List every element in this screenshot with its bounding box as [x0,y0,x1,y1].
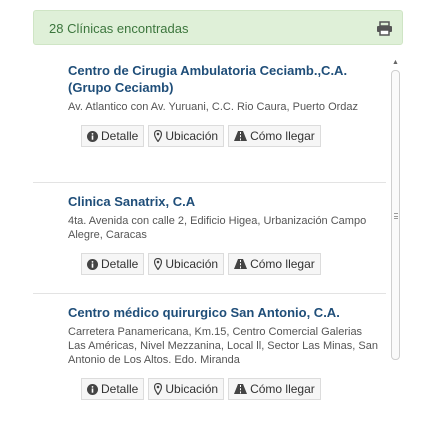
detail-label: Detalle [101,257,139,271]
results-count-bar: 28 Clínicas encontradas [33,10,403,45]
info-circle-icon [87,383,98,395]
clinic-actions: Detalle Ubicación Cómo llegar [81,378,386,400]
info-circle-icon [87,130,98,142]
directions-label: Cómo llegar [250,129,315,143]
road-icon [234,384,248,394]
detail-button[interactable]: Detalle [81,253,145,275]
clinic-name[interactable]: Clinica Sanatrix, C.A [33,193,378,210]
scroll-track[interactable] [391,70,400,439]
clinic-name[interactable]: Centro médico quirurgico San Antonio, C.… [33,304,378,321]
clinic-address: 4ta. Avenida con calle 2, Edificio Higea… [68,215,367,241]
clinic-address: Av. Atlantico con Av. Yuruani, C.C. Rio … [68,101,359,113]
road-icon [234,259,248,269]
clinic-item: Clinica Sanatrix, C.A 4ta. Avenida con c… [33,183,386,294]
clinic-name[interactable]: Centro de Cirugia Ambulatoria Ceciamb.,C… [33,62,378,96]
location-button[interactable]: Ubicación [148,253,225,275]
scroll-thumb[interactable] [391,70,400,360]
location-label: Ubicación [165,129,219,143]
detail-label: Detalle [101,129,139,143]
directions-label: Cómo llegar [250,257,315,271]
map-marker-icon [154,258,163,270]
scroll-grip-icon [394,213,398,219]
detail-label: Detalle [101,382,139,396]
detail-button[interactable]: Detalle [81,378,145,400]
info-circle-icon [87,258,98,270]
clinic-address: Carretera Panamericana, Km.15, Centro Co… [68,326,378,366]
location-button[interactable]: Ubicación [148,125,225,147]
map-marker-icon [154,130,163,142]
results-count-text: 28 Clínicas encontradas [49,21,189,36]
location-button[interactable]: Ubicación [148,378,225,400]
clinic-actions: Detalle Ubicación Cómo llegar [81,125,386,147]
clinic-item: Centro médico quirurgico San Antonio, C.… [33,294,386,439]
directions-button[interactable]: Cómo llegar [228,378,321,400]
location-label: Ubicación [165,382,219,396]
clinic-actions: Detalle Ubicación Cómo llegar [81,253,386,275]
list-scrollbar[interactable]: ▲ [388,54,403,439]
directions-button[interactable]: Cómo llegar [228,125,321,147]
clinic-list: Centro de Cirugia Ambulatoria Ceciamb.,C… [33,54,403,439]
print-icon[interactable] [374,18,394,38]
location-label: Ubicación [165,257,219,271]
directions-button[interactable]: Cómo llegar [228,253,321,275]
clinic-item: Centro de Cirugia Ambulatoria Ceciamb.,C… [33,54,386,183]
map-marker-icon [154,383,163,395]
road-icon [234,131,248,141]
scroll-up-arrow-icon[interactable]: ▲ [388,58,403,68]
detail-button[interactable]: Detalle [81,125,145,147]
directions-label: Cómo llegar [250,382,315,396]
